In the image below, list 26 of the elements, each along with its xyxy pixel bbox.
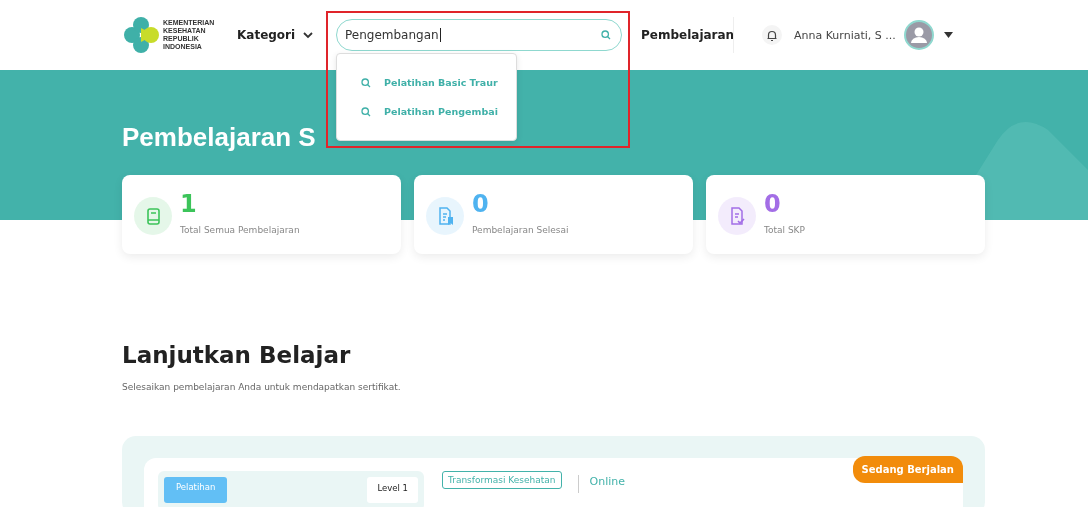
- level-tag: Level 1: [367, 477, 418, 503]
- chevron-down-icon: [303, 31, 314, 39]
- stat-value: 0: [764, 191, 782, 217]
- stat-value: 1: [180, 191, 198, 217]
- type-tag: Pelatihan: [164, 477, 228, 503]
- topic-tag: Transformasi Kesehatan: [442, 471, 562, 489]
- page-title: Pembelajaran S: [122, 122, 317, 153]
- search-icon: [361, 106, 371, 117]
- stat-label: Total Semua Pembelajaran: [180, 225, 300, 235]
- caret-down-icon[interactable]: [943, 32, 953, 38]
- user-name[interactable]: Anna Kurniati, S ...: [794, 28, 896, 42]
- section-subtitle: Selesaikan pembelajaran Anda untuk mendapatkan sertifikat.: [122, 382, 402, 392]
- notification-button[interactable]: [762, 25, 782, 45]
- search-icon: [361, 77, 371, 88]
- stat-value: 0: [472, 191, 490, 217]
- nav-link[interactable]: Pembelajaran: [641, 28, 733, 42]
- stat-label: Pembelajaran Selesai: [472, 225, 569, 235]
- category-menu[interactable]: Kategori: [237, 28, 336, 42]
- stat-label: Total SKP: [764, 225, 805, 235]
- avatar-icon[interactable]: [903, 20, 934, 50]
- course-mode: Online: [589, 475, 625, 488]
- section-title: Lanjutkan Belajar: [122, 342, 352, 368]
- status-badge: Sedang Berjalan: [852, 456, 963, 483]
- search-icon[interactable]: [601, 30, 611, 40]
- bell-icon: [766, 28, 778, 42]
- ministry-logo-icon: [122, 16, 160, 54]
